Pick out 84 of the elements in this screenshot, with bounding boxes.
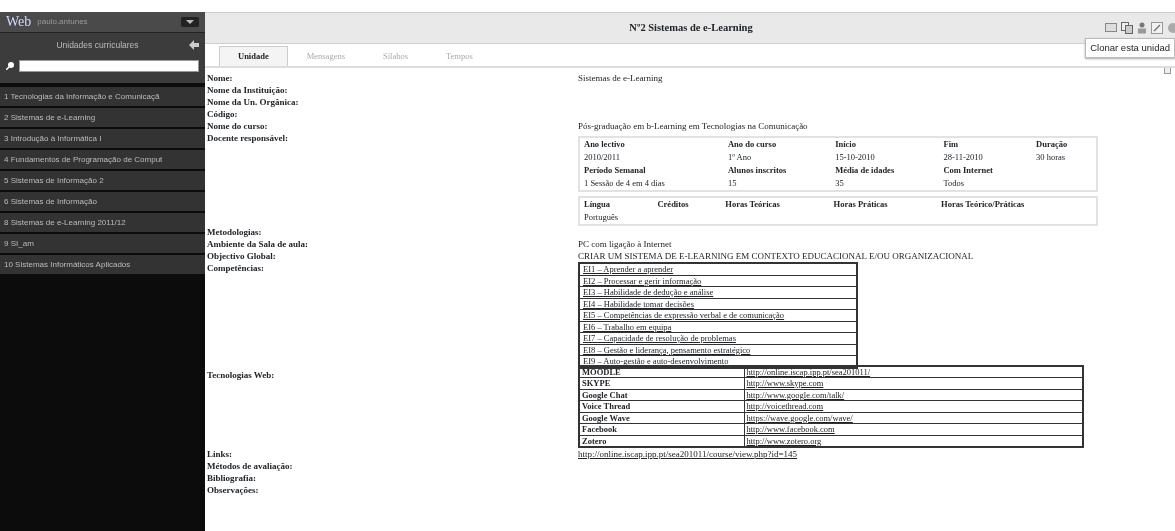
field-label: Nome da Instituição:	[206, 84, 289, 96]
sidebar-item[interactable]: 1 Tecnologias da Informação e Comunicaçã	[0, 87, 205, 108]
table-cell: Voice Thread	[579, 400, 744, 412]
column-header: Fim	[939, 137, 1033, 151]
column-header: Ano lectivo	[579, 137, 724, 151]
column-header: Horas Teóricas	[721, 197, 830, 211]
toggle-icon[interactable]	[181, 17, 199, 27]
column-header: Início	[831, 137, 940, 151]
table-cell-text: 1º Ano	[727, 151, 753, 164]
table-cell: Zotero	[579, 435, 744, 447]
table-cell: Facebook	[579, 423, 744, 435]
sidebar-item[interactable]: 4 Fundamentos de Programação de Comput	[0, 150, 205, 171]
table-cell: EI1 – Aprender a aprender	[579, 263, 857, 275]
field-label: Objectivo Global:	[206, 250, 277, 262]
copy-icon[interactable]	[1121, 22, 1133, 34]
table-cell-text: 28-11-2010	[942, 151, 984, 164]
sidebar-item[interactable]: 8 Sistemas de e-Learning 2011/12	[0, 213, 205, 234]
field-value: Pós-graduação em b-Learning em Tecnologias na Comunicação	[578, 121, 808, 131]
back-arrow-icon[interactable]	[189, 40, 199, 51]
table-cell: 2010/2011	[579, 151, 724, 164]
field-value: CRIAR UM SISTEMA DE E-LEARNING EM CONTEXTO EDUCACIONAL E/OU ORGANIZACIONAL	[578, 251, 974, 261]
table-cell: EI6 – Trabalho em equipa	[579, 321, 857, 333]
field-label: Tecnologias Web:	[206, 368, 276, 382]
table-cell: Google Wave	[579, 412, 744, 424]
column-header: Horas Práticas	[829, 197, 938, 211]
table-cell: EI4 – Habilidade tomar decisões	[579, 298, 857, 310]
sidebar-item[interactable]: 5 Sistemas de Informação 2	[0, 171, 205, 192]
field-label: Bibliografia:	[206, 472, 257, 484]
tab[interactable]: Unidade	[219, 46, 288, 66]
table-cell: SKYPE	[579, 377, 744, 389]
field-label: Ambiente da Sala de aula:	[206, 238, 309, 250]
sidebar-item[interactable]: 10 Sistemas Informáticos Aplicados	[0, 255, 205, 276]
table-cell: EI8 – Gestão e liderança, pensamento estratégico	[579, 344, 857, 356]
field-label: Nome do curso:	[206, 120, 269, 132]
table-cell: Todos	[939, 177, 1033, 191]
column-header: Ano do curso	[724, 137, 832, 151]
column-header: Créditos	[653, 197, 722, 211]
user-name: paulo.antunes	[37, 16, 88, 28]
table-cell: EI2 – Processar e gerir informação	[579, 275, 857, 287]
column-header: Horas Teórico/Práticas	[937, 197, 1097, 211]
link[interactable]: http://voicethread.com	[746, 401, 824, 411]
table-cell: MOODLE	[579, 365, 744, 378]
field-label: Código:	[206, 108, 239, 120]
field-label: Metodologias:	[206, 226, 263, 238]
table-cell-text: 15-10-2010	[834, 151, 876, 164]
table-cell: 30 horas	[1032, 151, 1097, 164]
column-header: Com Internet	[942, 164, 994, 177]
edit-icon[interactable]	[1151, 22, 1163, 34]
table-cell: EI7 – Capacidade de resolução de problemas	[579, 332, 857, 344]
link[interactable]: http://www.skype.com	[746, 378, 824, 388]
tooltip: Clonar esta unidad	[1085, 38, 1175, 59]
sidebar-item[interactable]: 9 SI_am	[0, 234, 205, 255]
field-label: Nome:	[206, 72, 234, 84]
sidebar-item[interactable]: 2 Sistemas de e-Learning	[0, 108, 205, 129]
column-header: Língua	[579, 197, 654, 211]
person-icon[interactable]	[1137, 22, 1147, 34]
site-logo[interactable]: Web	[6, 15, 32, 29]
table-cell: Google Chat	[579, 389, 744, 401]
table-cell: 15	[724, 177, 832, 191]
message-icon[interactable]	[1105, 22, 1117, 33]
search-icon	[6, 61, 15, 71]
field-label: Observações:	[206, 484, 260, 496]
sidebar-item[interactable]: 6 Sistemas de Informação	[0, 192, 205, 213]
column-header: Média de idades	[834, 164, 896, 177]
sidebar-item[interactable]: 3 Introdução à Informática I	[0, 129, 205, 150]
unit-title: Nº2 Sistemas de e-Learning	[628, 21, 754, 36]
field-label: Links:	[206, 448, 233, 460]
table-cell: 1 Sessão de 4 em 4 dias	[579, 177, 724, 191]
table-cell: EI3 – Habilidade de dedução e análise	[579, 286, 857, 298]
link[interactable]: http://online.iscap.ipp.pt/sea201011/course/view.php?id=145	[578, 449, 798, 459]
table-cell: EI5 – Competências de expressão verbal e de comunicação	[579, 309, 857, 321]
table-cell: 35	[831, 177, 940, 191]
column-header: Período Semanal	[579, 164, 724, 177]
search-field[interactable]	[19, 59, 199, 72]
field-value: PC com ligação à Internet	[578, 239, 672, 249]
field-label: Nome da Un. Orgânica:	[206, 96, 300, 108]
field-label: Métodos de avaliação:	[206, 460, 294, 472]
column-header: Alunos inscritos	[727, 164, 788, 177]
table-cell: Português	[579, 211, 654, 225]
field-label: Competências:	[206, 262, 265, 275]
section-heading: Unidades curriculares	[55, 39, 140, 52]
column-header: Duração	[1032, 137, 1097, 151]
field-label: Docente responsável:	[206, 132, 290, 145]
field-value: Sistemas de e-Learning	[578, 73, 663, 83]
